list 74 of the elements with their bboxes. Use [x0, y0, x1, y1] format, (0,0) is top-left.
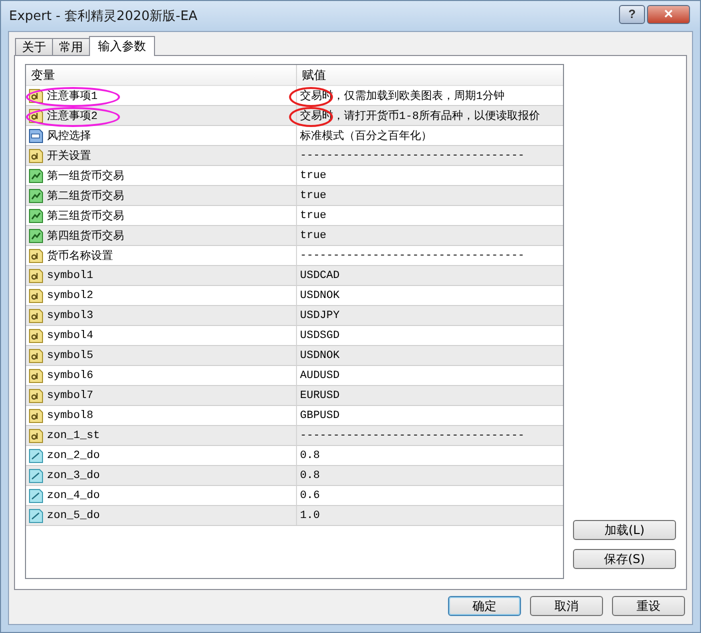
parameter-name: 货币名称设置 — [47, 249, 113, 263]
tab[interactable]: 关于 — [15, 38, 53, 55]
column-header[interactable]: 变量 — [26, 65, 297, 85]
table-row[interactable]: 风控选择 标准模式（百分之百年化） — [26, 126, 563, 146]
table-row[interactable]: zon_4_do 0.6 — [26, 486, 563, 506]
table-row[interactable]: symbol5 USDNOK — [26, 346, 563, 366]
parameter-name: 第四组货币交易 — [47, 228, 124, 243]
parameter-value: EURUSD — [300, 390, 340, 402]
window-title: Expert - 套利精灵2020新版-EA — [9, 8, 198, 25]
parameter-value: 0.8 — [300, 470, 320, 482]
tab[interactable]: 常用 — [52, 38, 90, 55]
parameter-name: 风控选择 — [47, 129, 91, 143]
parameter-name: symbol4 — [47, 330, 94, 342]
parameter-value: true — [300, 210, 326, 222]
table-row[interactable]: symbol7 EURUSD — [26, 386, 563, 406]
table-row[interactable]: zon_1_st ---------------------------------- — [26, 426, 563, 446]
table-row[interactable]: 第二组货币交易 true — [26, 186, 563, 206]
parameter-name: 注意事项1 — [47, 88, 98, 103]
parameter-value: ---------------------------------- — [300, 250, 524, 262]
parameter-value: USDCAD — [300, 270, 340, 282]
parameter-value: AUDUSD — [300, 370, 340, 382]
table-row[interactable]: symbol6 AUDUSD — [26, 366, 563, 386]
dialog-button[interactable]: 确定 — [448, 596, 521, 616]
table-row[interactable]: 货币名称设置 ---------------------------------- — [26, 246, 563, 266]
parameter-name: zon_5_do — [47, 510, 100, 522]
parameter-name: 第一组货币交易 — [47, 168, 124, 183]
table-row[interactable]: symbol8 GBPUSD — [26, 406, 563, 426]
parameter-value: USDSGD — [300, 330, 340, 342]
dialog-button[interactable]: 取消 — [530, 596, 603, 616]
parameter-name: symbol1 — [47, 270, 94, 282]
parameter-value: true — [300, 230, 326, 242]
parameter-name: 第三组货币交易 — [47, 208, 124, 223]
table-row[interactable]: 第四组货币交易 true — [26, 226, 563, 246]
parameter-name: 第二组货币交易 — [47, 188, 124, 203]
column-header[interactable]: 赋值 — [297, 65, 563, 85]
side-button[interactable]: 加载(L) — [573, 520, 676, 540]
help-button[interactable]: ? — [619, 4, 645, 24]
parameter-name: symbol8 — [47, 410, 94, 422]
parameter-value: 0.8 — [300, 450, 320, 462]
table-row[interactable]: symbol1 USDCAD — [26, 266, 563, 286]
table-row[interactable]: symbol2 USDNOK — [26, 286, 563, 306]
parameter-name: symbol3 — [47, 310, 94, 322]
parameter-name: zon_2_do — [47, 450, 100, 462]
table-row[interactable]: zon_3_do 0.8 — [26, 466, 563, 486]
table-row[interactable]: symbol3 USDJPY — [26, 306, 563, 326]
parameter-value: ---------------------------------- — [300, 430, 524, 442]
table-row[interactable]: zon_5_do 1.0 — [26, 506, 563, 526]
parameter-value: USDNOK — [300, 350, 340, 362]
parameter-value: 1.0 — [300, 510, 320, 522]
table-row[interactable]: 第一组货币交易 true — [26, 166, 563, 186]
table-row[interactable]: 开关设置 ---------------------------------- — [26, 146, 563, 166]
parameter-name: zon_4_do — [47, 490, 100, 502]
parameter-value: USDJPY — [300, 310, 340, 322]
parameter-value: USDNOK — [300, 290, 340, 302]
parameter-name: symbol2 — [47, 290, 94, 302]
parameter-name: symbol5 — [47, 350, 94, 362]
table-row[interactable]: zon_2_do 0.8 — [26, 446, 563, 466]
parameter-value: ---------------------------------- — [300, 150, 524, 162]
parameter-value: 0.6 — [300, 490, 320, 502]
parameter-name: zon_1_st — [47, 430, 100, 442]
parameter-value: true — [300, 190, 326, 202]
parameter-name: 开关设置 — [47, 148, 91, 163]
table-row[interactable]: symbol4 USDSGD — [26, 326, 563, 346]
table-row[interactable]: 第三组货币交易 true — [26, 206, 563, 226]
parameter-name: zon_3_do — [47, 470, 100, 482]
parameter-name: symbol7 — [47, 390, 94, 402]
tab[interactable]: 输入参数 — [89, 36, 155, 56]
parameter-name: 注意事项2 — [47, 108, 98, 123]
parameter-value: true — [300, 170, 326, 182]
parameter-name: symbol6 — [47, 370, 94, 382]
dialog-button[interactable]: 重设 — [612, 596, 685, 616]
side-button[interactable]: 保存(S) — [573, 549, 676, 569]
parameter-value: GBPUSD — [300, 410, 340, 422]
parameter-value: 标准模式（百分之百年化） — [300, 128, 432, 143]
